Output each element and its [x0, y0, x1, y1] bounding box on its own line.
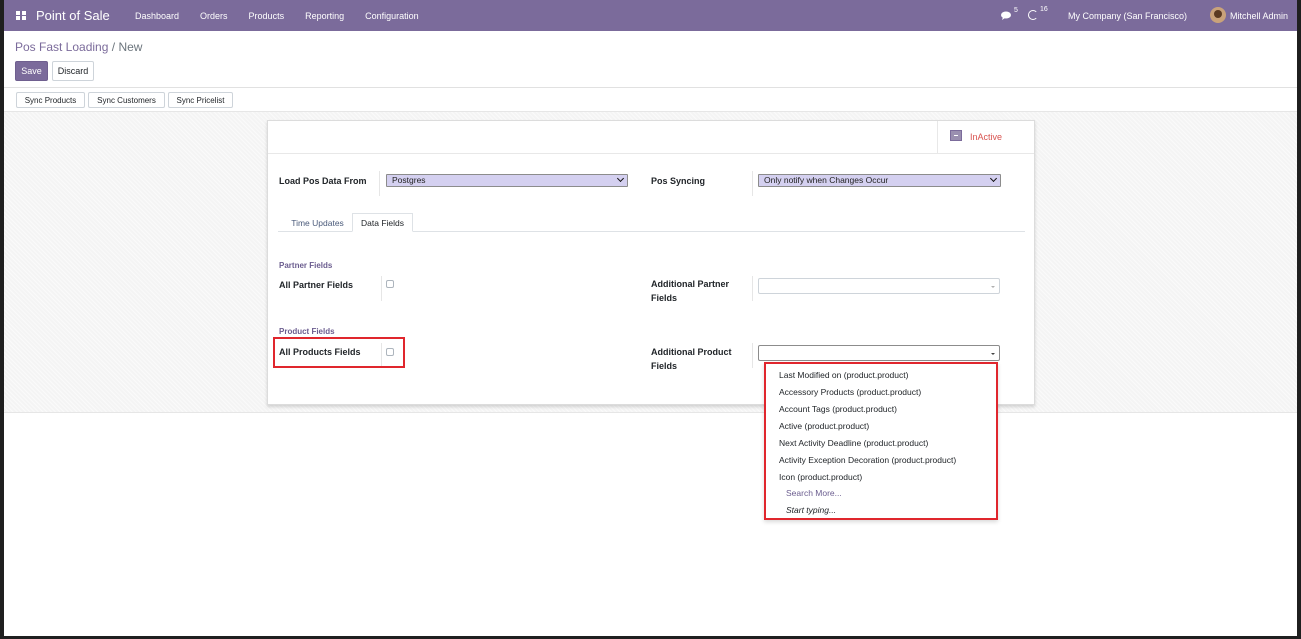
company-switcher[interactable]: My Company (San Francisco) — [1068, 11, 1187, 21]
menu-orders[interactable]: Orders — [200, 11, 228, 21]
menu-reporting[interactable]: Reporting — [305, 11, 344, 21]
user-avatar[interactable] — [1210, 7, 1226, 23]
field-separator — [752, 343, 753, 368]
chevron-down-icon — [989, 174, 998, 183]
save-button[interactable]: Save — [15, 61, 48, 81]
pos-syncing-label: Pos Syncing — [651, 176, 706, 186]
menu-configuration[interactable]: Configuration — [365, 11, 419, 21]
all-partner-fields-checkbox[interactable] — [386, 280, 394, 288]
button-box-separator — [937, 121, 938, 153]
additional-product-fields-label: Additional Product — [651, 347, 732, 357]
dropdown-item[interactable]: Next Activity Deadline (product.product) — [779, 438, 928, 448]
field-separator — [379, 171, 380, 196]
inactive-toggle[interactable]: InActive — [970, 132, 1002, 142]
additional-partner-fields-label-2: Fields — [651, 293, 678, 303]
highlight-box — [273, 337, 405, 368]
menu-products[interactable]: Products — [249, 11, 285, 21]
sync-customers-button[interactable]: Sync Customers — [88, 92, 165, 108]
load-pos-data-label: Load Pos Data From — [279, 176, 367, 186]
button-box-border — [268, 153, 1034, 154]
caret-down-icon — [991, 353, 995, 355]
main-menu: Dashboard Orders Products Reporting Conf… — [135, 11, 440, 21]
start-typing-hint: Start typing... — [786, 505, 837, 515]
additional-partner-fields-label: Additional Partner — [651, 279, 730, 289]
app-name[interactable]: Point of Sale — [36, 8, 110, 23]
additional-product-fields-input[interactable] — [758, 345, 1000, 361]
top-navbar: Point of Sale Dashboard Orders Products … — [4, 0, 1297, 31]
dropdown-item[interactable]: Activity Exception Decoration (product.p… — [779, 455, 956, 465]
tab-data-fields[interactable]: Data Fields — [352, 213, 413, 232]
caret-down-icon — [991, 286, 995, 288]
pos-syncing-select[interactable]: Only notify when Changes Occur — [758, 174, 1001, 187]
dropdown-item[interactable]: Last Modified on (product.product) — [779, 370, 908, 380]
field-separator — [381, 276, 382, 301]
field-separator — [752, 171, 753, 196]
messages-count: 5 — [1014, 7, 1018, 14]
discard-button[interactable]: Discard — [52, 61, 94, 81]
control-panel-border — [4, 87, 1297, 88]
load-pos-data-value: Postgres — [392, 175, 426, 185]
search-more-link[interactable]: Search More... — [786, 488, 842, 498]
breadcrumb: Pos Fast Loading / New — [15, 40, 142, 54]
all-partner-fields-label: All Partner Fields — [279, 280, 354, 290]
app-window: Point of Sale Dashboard Orders Products … — [4, 0, 1297, 636]
breadcrumb-current: New — [118, 40, 143, 54]
breadcrumb-separator: / — [111, 40, 116, 54]
field-separator — [752, 276, 753, 301]
product-fields-dropdown: Last Modified on (product.product) Acces… — [764, 362, 998, 520]
dropdown-item[interactable]: Account Tags (product.product) — [779, 404, 897, 414]
activities-icon[interactable] — [1028, 10, 1038, 20]
dropdown-item[interactable]: Accessory Products (product.product) — [779, 387, 921, 397]
tab-time-updates[interactable]: Time Updates — [283, 213, 352, 232]
menu-dashboard[interactable]: Dashboard — [135, 11, 179, 21]
user-menu[interactable]: Mitchell Admin — [1230, 11, 1288, 21]
additional-partner-fields-input[interactable] — [758, 278, 1000, 294]
product-fields-title: Product Fields — [279, 327, 335, 336]
additional-product-fields-label-2: Fields — [651, 361, 678, 371]
chevron-down-icon — [616, 174, 625, 183]
dropdown-item[interactable]: Icon (product.product) — [779, 472, 862, 482]
sync-pricelist-button[interactable]: Sync Pricelist — [168, 92, 233, 108]
activities-count: 16 — [1040, 6, 1048, 13]
pos-syncing-value: Only notify when Changes Occur — [764, 175, 889, 185]
load-pos-data-select[interactable]: Postgres — [386, 174, 628, 187]
dropdown-item[interactable]: Active (product.product) — [779, 421, 869, 431]
archive-icon[interactable] — [950, 130, 962, 141]
partner-fields-title: Partner Fields — [279, 261, 333, 270]
apps-menu-icon[interactable] — [16, 11, 26, 20]
breadcrumb-parent[interactable]: Pos Fast Loading — [15, 40, 108, 54]
sync-products-button[interactable]: Sync Products — [16, 92, 85, 108]
messages-icon[interactable] — [1001, 11, 1012, 20]
